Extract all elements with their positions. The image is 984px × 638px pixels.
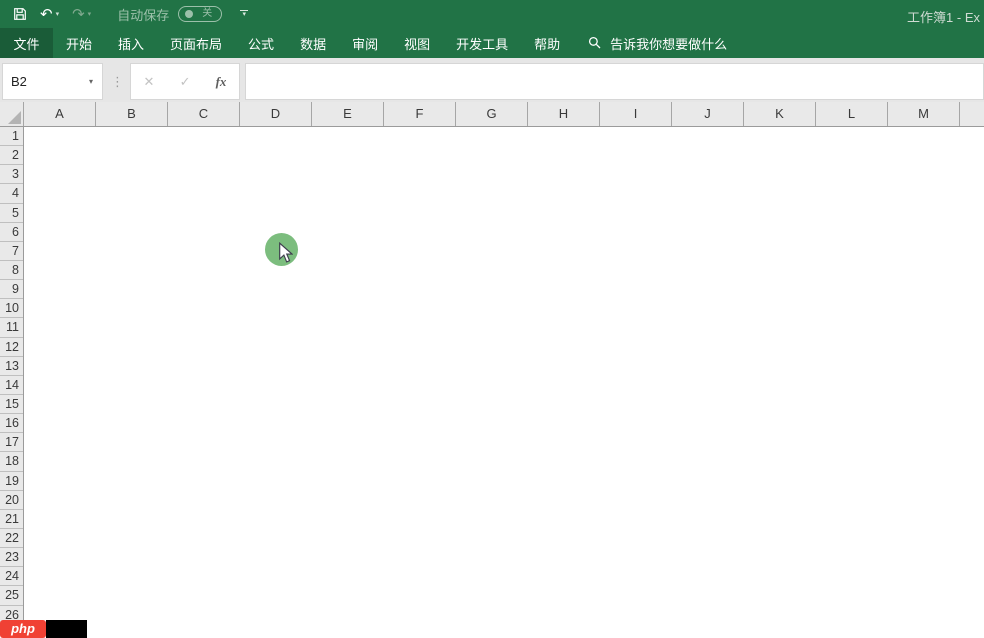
- row-header[interactable]: 24: [0, 567, 23, 587]
- column-header[interactable]: E: [312, 102, 384, 126]
- row-header[interactable]: 17: [0, 433, 23, 453]
- undo-icon: ↶: [40, 5, 53, 23]
- ribbon-tab-row: 文件 开始 插入 页面布局 公式 数据 审阅 视图 开发工具 帮助 告诉我你想要做什么: [0, 28, 984, 58]
- row-header[interactable]: 12: [0, 338, 23, 357]
- column-headers: ABCDEFGHIJKLM: [24, 102, 960, 126]
- enter-button[interactable]: ✓: [180, 74, 191, 90]
- column-header[interactable]: C: [168, 102, 240, 126]
- search-icon: [589, 36, 601, 49]
- row-header[interactable]: 22: [0, 529, 23, 549]
- tab-file[interactable]: 文件: [0, 28, 53, 58]
- watermark-php-badge: php: [0, 620, 46, 638]
- row-header[interactable]: 20: [0, 491, 23, 510]
- insert-function-button[interactable]: fx: [216, 74, 227, 90]
- ribbon-tab[interactable]: 页面布局: [157, 28, 235, 58]
- watermark: php: [0, 620, 87, 638]
- name-box-dropdown-icon[interactable]: ▾: [89, 77, 93, 86]
- name-box[interactable]: B2 ▾: [2, 63, 103, 100]
- customize-qat-button[interactable]: ▾: [239, 10, 249, 18]
- row-header[interactable]: 2: [0, 146, 23, 166]
- column-header[interactable]: G: [456, 102, 528, 126]
- name-box-value: B2: [11, 74, 27, 89]
- column-header[interactable]: B: [96, 102, 168, 126]
- column-header[interactable]: A: [24, 102, 96, 126]
- column-header[interactable]: M: [888, 102, 960, 126]
- row-header[interactable]: 19: [0, 472, 23, 491]
- grid-canvas[interactable]: [25, 127, 984, 638]
- select-all-triangle-icon: [8, 111, 21, 124]
- column-header[interactable]: J: [672, 102, 744, 126]
- undo-button[interactable]: ↶: [40, 7, 53, 22]
- select-all-button[interactable]: [0, 102, 24, 126]
- ribbon-tab[interactable]: 公式: [235, 28, 287, 58]
- redo-icon: ↷: [72, 5, 85, 23]
- row-header[interactable]: 9: [0, 280, 23, 300]
- row-header[interactable]: 21: [0, 510, 23, 529]
- column-header[interactable]: F: [384, 102, 456, 126]
- row-header[interactable]: 7: [0, 242, 23, 261]
- redo-dropdown-icon[interactable]: ▾: [88, 10, 92, 18]
- ribbon-tab[interactable]: 开发工具: [443, 28, 521, 58]
- ribbon-tab[interactable]: 视图: [391, 28, 443, 58]
- row-header[interactable]: 16: [0, 414, 23, 434]
- formula-bar-strip: B2 ▾ ⋮ ✕ ✓ fx: [0, 58, 984, 102]
- customize-qat-chevron-icon: ▾: [242, 11, 246, 18]
- ribbon-tab[interactable]: 帮助: [521, 28, 573, 58]
- column-header[interactable]: D: [240, 102, 312, 126]
- excel-window: ↶ ▾ ↷ ▾ 自动保存 关 ▾ 工作簿1 - Ex 文件 开始 插入 页面布局 公式…: [0, 0, 984, 638]
- column-header-row: ABCDEFGHIJKLM: [0, 102, 984, 127]
- row-header[interactable]: 10: [0, 299, 23, 319]
- column-header[interactable]: I: [600, 102, 672, 126]
- row-header[interactable]: 3: [0, 165, 23, 185]
- search-label: 告诉我你想要做什么: [610, 36, 728, 52]
- toggle-dot-icon: [185, 10, 194, 18]
- title-bar: ↶ ▾ ↷ ▾ 自动保存 关 ▾ 工作簿1 - Ex: [0, 0, 984, 28]
- row-header[interactable]: 14: [0, 376, 23, 395]
- autosave-label: 自动保存: [117, 7, 170, 23]
- formula-bar-resize-handle[interactable]: ⋮: [111, 63, 124, 100]
- column-header[interactable]: L: [816, 102, 888, 126]
- formula-bar-buttons: ✕ ✓ fx: [130, 63, 240, 100]
- row-header[interactable]: 1: [0, 127, 23, 147]
- row-header[interactable]: 5: [0, 204, 23, 223]
- row-header[interactable]: 6: [0, 223, 23, 242]
- column-header[interactable]: H: [528, 102, 600, 126]
- undo-dropdown-icon[interactable]: ▾: [56, 10, 60, 18]
- autosave-state: 关: [202, 8, 213, 19]
- row-header-column: 1 2 3 4 5 6 7 8 9 10 11 12 13 14 15 16 17 18 19 20 21 22 23 24 2…: [0, 127, 24, 625]
- window-title: 工作簿1 - Ex: [907, 10, 980, 25]
- autosave-toggle[interactable]: 关: [178, 6, 223, 22]
- mouse-cursor-icon: [279, 242, 293, 263]
- row-header[interactable]: 23: [0, 548, 23, 568]
- row-header[interactable]: 13: [0, 357, 23, 376]
- formula-input[interactable]: [245, 63, 984, 100]
- row-header[interactable]: 4: [0, 184, 23, 204]
- column-header-partial[interactable]: [960, 102, 984, 126]
- save-icon: [14, 8, 26, 20]
- redo-button[interactable]: ↷: [72, 7, 85, 22]
- row-header[interactable]: 18: [0, 452, 23, 472]
- watermark-black-block: [46, 620, 87, 638]
- row-header[interactable]: 15: [0, 395, 23, 415]
- ribbon-tab[interactable]: 开始: [53, 28, 105, 58]
- column-header[interactable]: K: [744, 102, 816, 126]
- cancel-button[interactable]: ✕: [144, 74, 155, 90]
- ribbon-tabs: 开始 插入 页面布局 公式 数据 审阅 视图 开发工具 帮助: [53, 28, 573, 58]
- ribbon-tab[interactable]: 数据: [287, 28, 339, 58]
- row-header[interactable]: 25: [0, 586, 23, 606]
- save-button[interactable]: [13, 7, 27, 21]
- tell-me-search[interactable]: 告诉我你想要做什么: [588, 28, 727, 58]
- row-header[interactable]: 8: [0, 261, 23, 281]
- row-header[interactable]: 11: [0, 318, 23, 338]
- ribbon-tab[interactable]: 插入: [105, 28, 157, 58]
- quick-access-toolbar: ↶ ▾ ↷ ▾ 自动保存 关 ▾: [0, 0, 249, 28]
- ribbon-tab[interactable]: 审阅: [339, 28, 391, 58]
